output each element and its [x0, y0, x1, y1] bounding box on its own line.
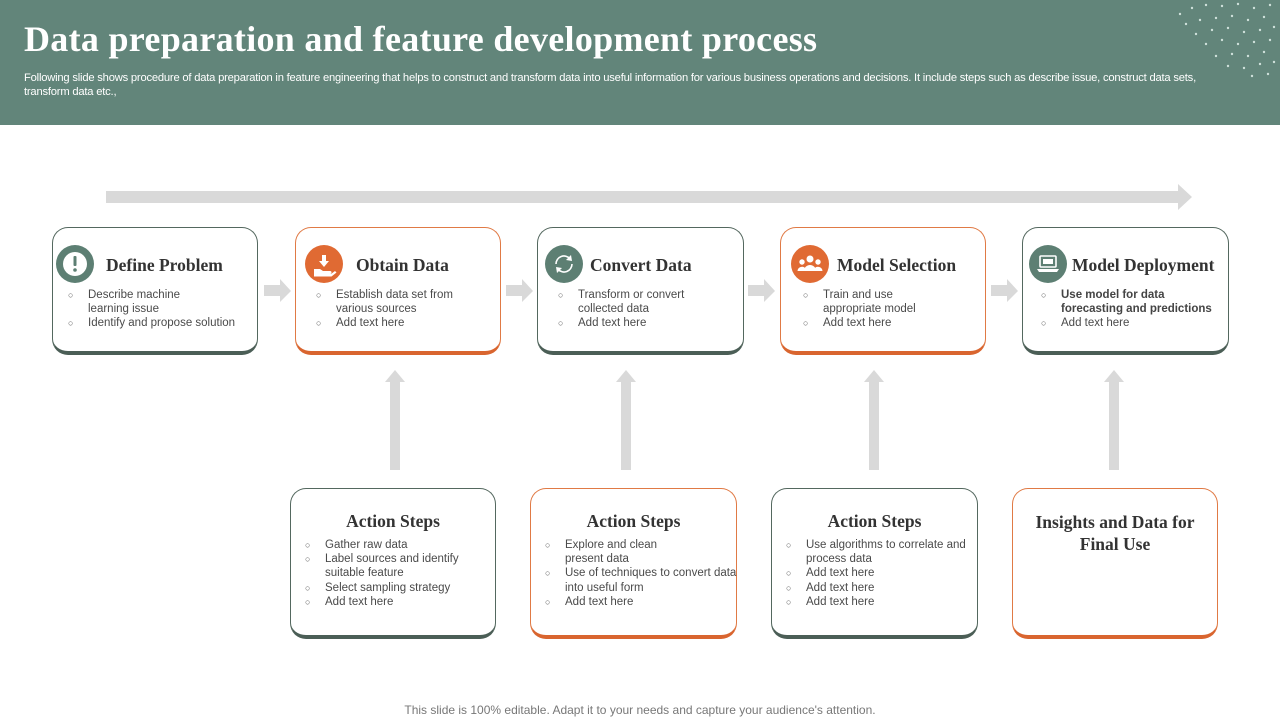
- action-bullets: Use algorithms to correlate and process …: [786, 538, 971, 609]
- exclamation-icon: [56, 245, 94, 283]
- final-use-title: Insights and Data for Final Use: [1035, 512, 1195, 554]
- step-bullets: Train and use appropriate model Add text…: [803, 288, 978, 331]
- step-bullets: Establish data set from various sources …: [316, 288, 491, 331]
- step-title: Model Selection: [837, 255, 957, 275]
- list-item: Establish data set from various sources: [316, 288, 476, 316]
- action-bullets: Gather raw data Label sources and identi…: [305, 538, 485, 609]
- up-arrow-1: [385, 370, 405, 470]
- step-card-convert-data: Convert Data Transform or convert collec…: [537, 227, 744, 355]
- step-card-define-problem: Define Problem Describe machine learning…: [52, 227, 258, 355]
- list-item: Use algorithms to correlate and process …: [786, 538, 971, 566]
- up-arrow-4: [1104, 370, 1124, 470]
- final-use-card: Insights and Data for Final Use: [1012, 488, 1218, 639]
- right-arrow-2: [506, 279, 533, 302]
- action-title: Action Steps: [827, 511, 922, 531]
- action-card-3: Action Steps Use algorithms to correlate…: [771, 488, 978, 639]
- list-item: Add text here: [803, 316, 978, 330]
- list-item: Add text here: [545, 595, 725, 609]
- step-title: Model Deployment: [1072, 255, 1215, 275]
- step-bullets: Describe machine learning issue Identify…: [68, 288, 248, 331]
- step-card-model-deployment: Model Deployment Use model for data fore…: [1022, 227, 1229, 355]
- step-bullets: Transform or convert collected data Add …: [558, 288, 733, 331]
- list-item: Gather raw data: [305, 538, 485, 552]
- laptop-icon: [1029, 245, 1067, 283]
- step-card-model-selection: Model Selection Train and use appropriat…: [780, 227, 986, 355]
- cycle-arrows-icon: [545, 245, 583, 283]
- hand-download-icon: [305, 245, 343, 283]
- list-item: Identify and propose solution: [68, 316, 248, 330]
- list-item: Label sources and identify suitable feat…: [305, 552, 475, 580]
- step-bullets: Use model for data forecasting and predi…: [1041, 288, 1226, 331]
- step-title: Convert Data: [590, 255, 692, 275]
- step-title: Obtain Data: [356, 255, 449, 275]
- list-item: Select sampling strategy: [305, 581, 485, 595]
- list-item: Add text here: [558, 316, 733, 330]
- right-arrow-3: [748, 279, 775, 302]
- footer-note: This slide is 100% editable. Adapt it to…: [404, 703, 876, 717]
- action-card-1: Action Steps Gather raw data Label sourc…: [290, 488, 496, 639]
- up-arrow-2: [616, 370, 636, 470]
- list-item: Use of techniques to convert data into u…: [545, 566, 740, 594]
- list-item: Add text here: [786, 566, 971, 580]
- list-item: Add text here: [786, 595, 971, 609]
- list-item: Add text here: [305, 595, 485, 609]
- list-item: Transform or convert collected data: [558, 288, 713, 316]
- list-item: Train and use appropriate model: [803, 288, 943, 316]
- action-title: Action Steps: [586, 511, 681, 531]
- list-item: Add text here: [316, 316, 491, 330]
- team-icon: [791, 245, 829, 283]
- right-arrow-4: [991, 279, 1018, 302]
- step-card-obtain-data: Obtain Data Establish data set from vari…: [295, 227, 501, 355]
- list-item: Add text here: [1041, 316, 1226, 330]
- list-item: Use model for data forecasting and predi…: [1041, 288, 1226, 316]
- action-card-2: Action Steps Explore and clean present d…: [530, 488, 737, 639]
- main-process-arrow: [106, 184, 1192, 210]
- up-arrow-3: [864, 370, 884, 470]
- list-item: Explore and clean present data: [545, 538, 675, 566]
- action-bullets: Explore and clean present data Use of te…: [545, 538, 736, 609]
- list-item: Add text here: [786, 581, 971, 595]
- action-title: Action Steps: [346, 511, 440, 531]
- right-arrow-1: [264, 279, 291, 302]
- step-title: Define Problem: [106, 255, 223, 275]
- list-item: Describe machine learning issue: [68, 288, 198, 316]
